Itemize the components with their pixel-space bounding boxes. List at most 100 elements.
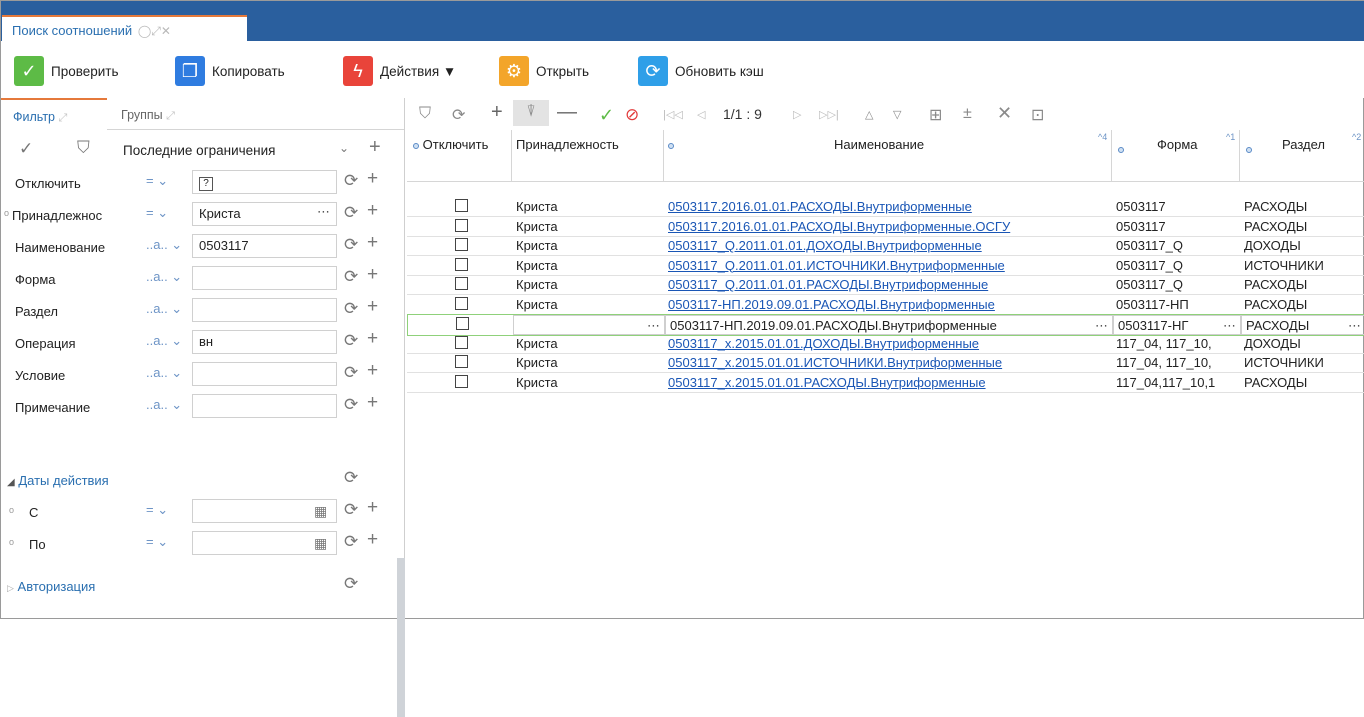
tab-controls-icon[interactable]: ◯⤢✕ (138, 24, 171, 38)
owner-cell[interactable]: Криста (512, 197, 664, 217)
owner-cell[interactable]: ⋯ (513, 315, 665, 335)
next-page-icon[interactable]: ▷ (793, 108, 801, 121)
refresh-icon[interactable]: ⟳ (344, 299, 358, 319)
date-to-operator[interactable]: = ⌄ (146, 534, 168, 550)
refresh-icon[interactable]: ⟳ (344, 500, 358, 520)
name-link[interactable]: 0503117_x.2015.01.01.ИСТОЧНИКИ.Внутрифор… (668, 355, 1002, 370)
disable-checkbox[interactable] (455, 374, 468, 388)
section-cell[interactable]: ИСТОЧНИКИ (1240, 256, 1364, 276)
filter-input[interactable]: ? (192, 170, 337, 194)
form-cell[interactable]: 117_04, 117_10, (1112, 334, 1240, 354)
filter-input[interactable]: Криста ⋯ (192, 202, 337, 226)
owner-cell[interactable]: Криста (512, 373, 664, 393)
table-row[interactable]: Криста 0503117_Q.2011.01.01.РАСХОДЫ.Внутр… (407, 275, 1364, 295)
document-tab[interactable]: Поиск соотношений ◯⤢✕ (2, 15, 247, 41)
add-icon[interactable]: + (367, 392, 378, 414)
name-link[interactable]: 0503117-НП.2019.09.01.РАСХОДЫ.Внутриформ… (668, 297, 995, 312)
column-settings-icon[interactable]: ± (963, 105, 972, 123)
add-icon[interactable]: + (367, 529, 378, 551)
name-link[interactable]: 0503117_x.2015.01.01.ДОХОДЫ.Внутриформен… (668, 336, 979, 351)
owner-cell[interactable]: Криста (512, 217, 664, 237)
apply-check-icon[interactable]: ✓ (19, 139, 33, 159)
table-row[interactable]: Криста 0503117_Q.2011.01.01.ИСТОЧНИКИ.Вну… (407, 256, 1364, 276)
name-cell[interactable]: 0503117.2016.01.01.РАСХОДЫ.Внутриформенн… (664, 217, 1112, 237)
add-icon[interactable]: + (367, 264, 378, 286)
filter-icon[interactable]: ⛉ (419, 105, 431, 123)
add-icon[interactable]: + (367, 296, 378, 318)
filter-input[interactable] (192, 266, 337, 290)
ellipsis-icon[interactable]: ⋯ (1095, 318, 1108, 334)
filter-operator[interactable]: ..a.. ⌄ (146, 237, 182, 253)
form-cell[interactable]: 117_04,117_10,1 (1112, 373, 1240, 393)
actions-button[interactable]: ϟ Действия ▼ (343, 55, 456, 87)
owner-cell[interactable]: Криста (512, 295, 664, 315)
add-icon[interactable]: + (367, 232, 378, 254)
ellipsis-icon[interactable]: ⋯ (647, 318, 660, 334)
table-row[interactable]: Криста 0503117_Q.2011.01.01.ДОХОДЫ.Внутри… (407, 236, 1364, 256)
column-header-section[interactable]: Раздел ^2 (1240, 130, 1364, 182)
section-cell[interactable]: РАСХОДЫ (1240, 295, 1364, 315)
owner-cell[interactable]: Криста (512, 236, 664, 256)
refresh-icon[interactable]: ⟳ (344, 171, 358, 191)
sort-up-icon[interactable]: △ (865, 108, 873, 121)
name-cell[interactable]: 0503117_x.2015.01.01.РАСХОДЫ.Внутриформе… (664, 373, 1112, 393)
refresh-icon[interactable]: ⟳ (344, 574, 358, 594)
left-panel-scrollbar[interactable] (397, 558, 405, 717)
calendar-icon[interactable]: ▦ (314, 503, 327, 520)
name-cell[interactable]: 0503117_x.2015.01.01.ИСТОЧНИКИ.Внутрифор… (664, 353, 1112, 373)
delete-row-icon[interactable]: — (557, 101, 577, 124)
tab-filter[interactable]: Фильтр ⤢ (1, 98, 107, 130)
filter-operator[interactable]: = ⌄ (146, 173, 168, 189)
section-cell[interactable]: РАСХОДЫ (1240, 197, 1364, 217)
column-header-name[interactable]: Наименование ^4 (664, 130, 1112, 182)
owner-cell[interactable]: Криста (512, 256, 664, 276)
name-cell[interactable]: 0503117.2016.01.01.РАСХОДЫ.Внутриформенн… (664, 197, 1112, 217)
lookup-ellipsis-icon[interactable]: ⋯ (317, 204, 330, 220)
name-cell[interactable]: 0503117-НП.2019.09.01.РАСХОДЫ.Внутриформ… (664, 295, 1112, 315)
disable-checkbox[interactable] (455, 199, 468, 212)
section-cell[interactable]: РАСХОДЫ ⋯ (1241, 315, 1364, 335)
refresh-icon[interactable]: ⟳ (344, 468, 358, 488)
name-cell-text[interactable]: 0503117-НП.2019.09.01.РАСХОДЫ.Внутриформ… (670, 318, 997, 333)
dropdown-box-icon[interactable]: ⊡ (1031, 105, 1044, 125)
filter-operator[interactable]: ..a.. ⌄ (146, 301, 182, 317)
add-icon[interactable]: + (367, 168, 378, 190)
filter-input[interactable] (192, 394, 337, 418)
refresh-icon[interactable]: ⟳ (344, 203, 358, 223)
chevron-down-icon[interactable]: ⌄ (339, 141, 349, 155)
form-cell[interactable]: 117_04, 117_10, (1112, 353, 1240, 373)
column-header-disable[interactable]: Отключить (407, 130, 512, 182)
close-icon[interactable]: ✕ (997, 103, 1012, 124)
form-cell[interactable]: 0503117 (1112, 217, 1240, 237)
section-cell[interactable]: РАСХОДЫ (1240, 373, 1364, 393)
sort-down-icon[interactable]: ▽ (893, 108, 901, 121)
name-link[interactable]: 0503117.2016.01.01.РАСХОДЫ.Внутриформенн… (668, 219, 1010, 234)
owner-cell[interactable]: Криста (512, 275, 664, 295)
refresh-icon[interactable]: ⟳ (344, 532, 358, 552)
add-icon[interactable]: + (367, 200, 378, 222)
name-link[interactable]: 0503117_x.2015.01.01.РАСХОДЫ.Внутриформе… (668, 375, 986, 390)
form-cell[interactable]: 0503117-НГ ⋯ (1113, 315, 1241, 335)
name-link[interactable]: 0503117.2016.01.01.РАСХОДЫ.Внутриформенн… (668, 199, 972, 214)
prev-page-icon[interactable]: ◁ (697, 108, 705, 121)
filter-input[interactable]: 0503117 (192, 234, 337, 258)
filter-input[interactable] (192, 298, 337, 322)
group-auth[interactable]: ▷ Авторизация ⟳ (1, 570, 397, 600)
column-header-owner[interactable]: Принадлежность (512, 130, 664, 182)
grid-layout-icon[interactable]: ⊞ (929, 105, 942, 125)
cancel-icon[interactable]: ⊘ (625, 105, 639, 125)
name-cell[interactable]: 0503117_Q.2011.01.01.РАСХОДЫ.Внутриформе… (664, 275, 1112, 295)
name-cell[interactable]: 0503117-НП.2019.09.01.РАСХОДЫ.Внутриформ… (665, 315, 1113, 335)
name-link[interactable]: 0503117_Q.2011.01.01.РАСХОДЫ.Внутриформе… (668, 277, 988, 292)
table-row[interactable]: Криста 0503117-НП.2019.09.01.РАСХОДЫ.Внут… (407, 295, 1364, 315)
open-button[interactable]: ⚙ Открыть (499, 55, 589, 87)
disable-checkbox[interactable] (455, 238, 468, 251)
name-cell[interactable]: 0503117_Q.2011.01.01.ИСТОЧНИКИ.Внутрифор… (664, 256, 1112, 276)
disable-checkbox[interactable] (455, 296, 468, 310)
filter-operator[interactable]: ..a.. ⌄ (146, 333, 182, 349)
table-row[interactable]: Криста 0503117_x.2015.01.01.ИСТОЧНИКИ.Вну… (407, 353, 1364, 373)
filter-operator[interactable]: = ⌄ (146, 205, 168, 221)
filter-icon[interactable]: ⛉ (77, 138, 90, 158)
copy-button[interactable]: ❐ Копировать (175, 55, 285, 87)
refresh-icon[interactable]: ⟳ (344, 267, 358, 287)
